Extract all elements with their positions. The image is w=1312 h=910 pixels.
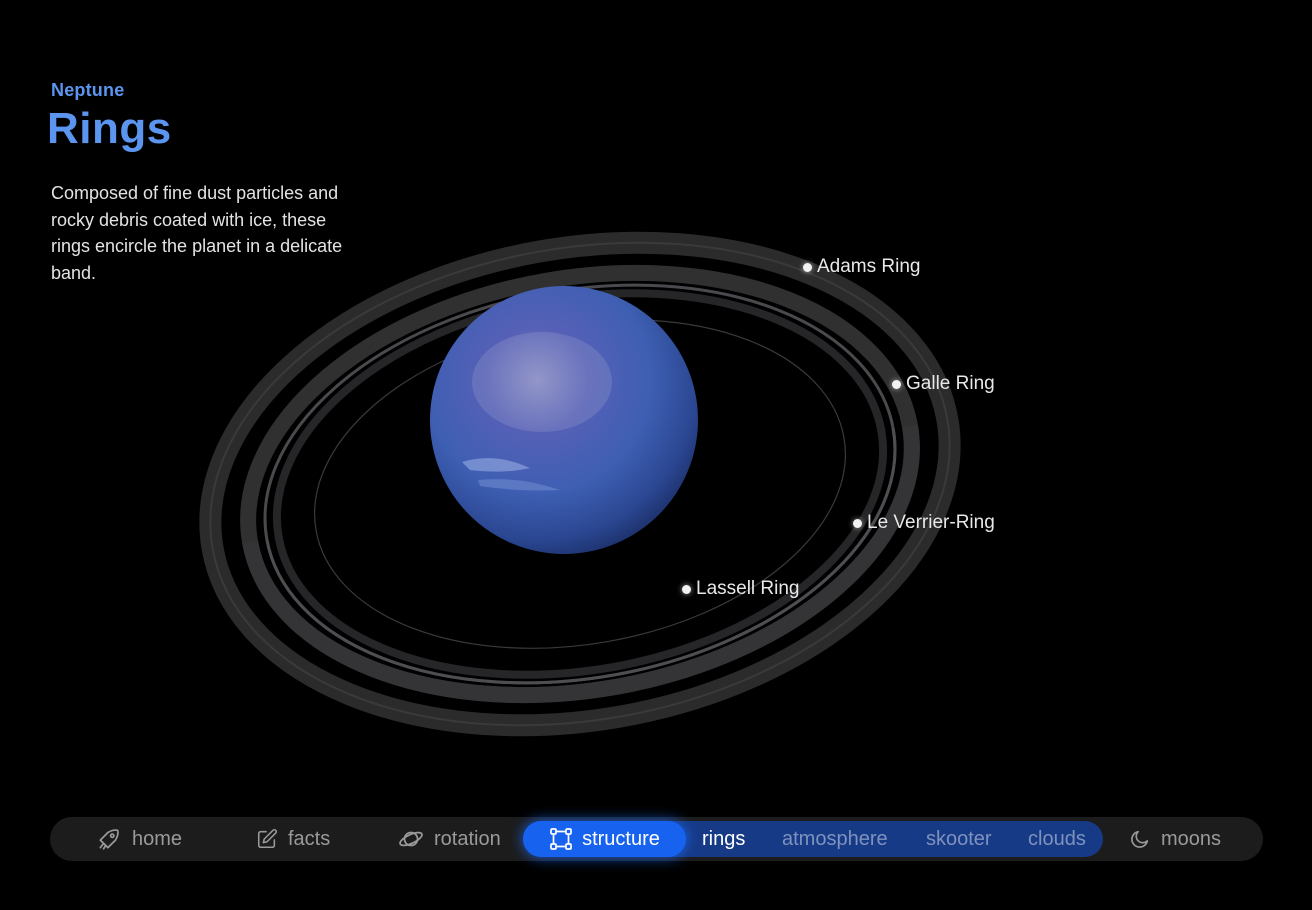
nav-facts[interactable]: facts (256, 817, 330, 861)
nav-structure-label: structure (582, 827, 660, 850)
ring-label-galle[interactable]: Galle Ring (892, 373, 995, 395)
bottom-nav: home facts rotation structure rings atmo… (50, 817, 1263, 861)
nav-structure[interactable]: structure (523, 821, 686, 857)
nav-facts-label: facts (288, 827, 331, 850)
nav-moons-label: moons (1161, 827, 1222, 850)
app-stage: Neptune Rings Composed of fine dust part… (0, 0, 1312, 910)
nav-skooter[interactable]: skooter (926, 821, 992, 857)
moon-icon (1131, 830, 1149, 848)
ring-label-text: Adams Ring (817, 256, 921, 277)
nav-rotation-label: rotation (434, 827, 501, 850)
nav-moons[interactable]: moons (1129, 817, 1221, 861)
ring-label-text: Galle Ring (906, 373, 995, 394)
page-title: Rings (47, 104, 172, 153)
nav-atmosphere[interactable]: atmosphere (782, 821, 888, 857)
marker-dot (682, 584, 691, 594)
nav-rotation[interactable]: rotation (398, 817, 501, 861)
marker-dot (853, 518, 862, 528)
marker-dot (803, 262, 812, 272)
nav-clouds[interactable]: clouds (1028, 821, 1086, 857)
structure-icon (550, 828, 572, 850)
nav-atmosphere-label: atmosphere (782, 827, 888, 850)
ring-label-adams[interactable]: Adams Ring (803, 256, 921, 278)
ring-label-le-verrier[interactable]: Le Verrier-Ring (853, 512, 995, 534)
nav-clouds-label: clouds (1028, 827, 1086, 850)
planet-name: Neptune (51, 80, 125, 100)
nav-skooter-label: skooter (926, 827, 992, 850)
planet-icon (399, 831, 423, 847)
edit-icon (257, 829, 277, 849)
ring-label-lassell[interactable]: Lassell Ring (682, 578, 800, 600)
ring-label-text: Lassell Ring (696, 578, 800, 599)
nav-rings-label: rings (702, 827, 746, 850)
planet-highlight (472, 332, 612, 432)
nav-home[interactable]: home (96, 817, 182, 861)
nav-home-label: home (132, 827, 183, 850)
section-description: Composed of fine dust particles and rock… (51, 183, 343, 283)
nav-rings[interactable]: rings (702, 821, 745, 857)
rocket-icon (99, 829, 119, 850)
neptune-ring-scene (199, 231, 961, 737)
marker-dot (892, 379, 901, 389)
ring-label-text: Le Verrier-Ring (867, 512, 995, 533)
